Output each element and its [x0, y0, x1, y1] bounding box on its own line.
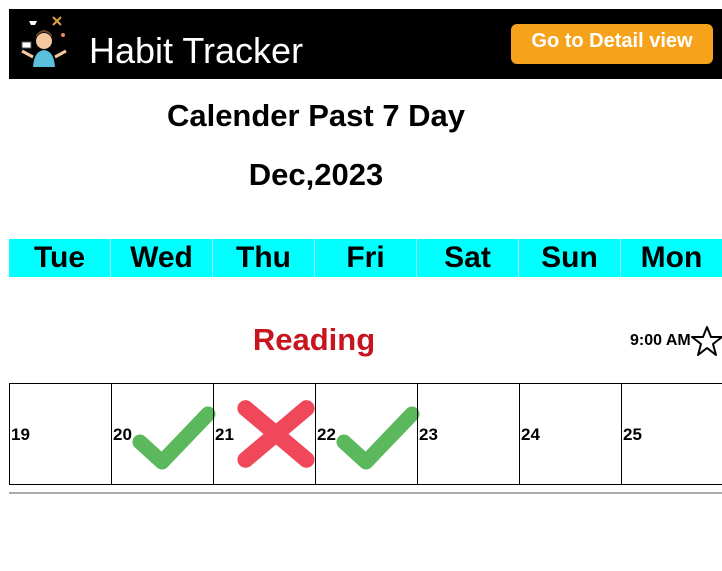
date-cell[interactable]: 20 [111, 383, 216, 485]
weekday-label: Fri [315, 239, 417, 277]
date-cell[interactable]: 23 [417, 383, 520, 485]
calendar-title: Calender Past 7 Day [166, 98, 466, 133]
weekday-label: Sun [519, 239, 621, 277]
weekday-label: Sat [417, 239, 519, 277]
star-outline-icon[interactable] [691, 325, 722, 357]
cross-icon [237, 400, 315, 468]
weekday-label: Tue [9, 239, 111, 277]
date-cell[interactable]: 25 [621, 383, 722, 485]
date-number: 24 [521, 425, 540, 444]
checkmark-icon [336, 406, 420, 470]
juggler-person-icon [21, 16, 67, 67]
divider [9, 492, 722, 494]
month-title: Dec,2023 [248, 157, 384, 192]
date-cell[interactable]: 19 [9, 383, 112, 485]
date-number: 22 [317, 425, 336, 444]
weekday-label: Mon [640, 241, 703, 274]
app-header: Habit Tracker Go to Detail view [9, 9, 722, 79]
habit-date-grid: 19 20 21 22 23 24 25 [9, 383, 722, 485]
checkmark-icon [132, 406, 216, 470]
weekday-label: Thu [213, 239, 315, 277]
date-cell[interactable]: 24 [519, 383, 622, 485]
weekday-header: Tue Wed Thu Fri Sat Sun Mon [9, 239, 722, 277]
date-number: 20 [113, 425, 132, 444]
app-title: Habit Tracker [89, 30, 304, 71]
date-cell[interactable]: 22 [315, 383, 420, 485]
detail-view-button[interactable]: Go to Detail view [511, 24, 713, 64]
habit-time: 9:00 AM [630, 332, 691, 349]
date-number: 19 [11, 425, 30, 444]
date-cell[interactable]: 21 [213, 383, 316, 485]
date-number: 21 [215, 425, 234, 444]
date-number: 25 [623, 425, 642, 444]
habit-name[interactable]: Reading [0, 322, 628, 358]
weekday-label: Wed [111, 239, 213, 277]
date-number: 23 [419, 425, 438, 444]
